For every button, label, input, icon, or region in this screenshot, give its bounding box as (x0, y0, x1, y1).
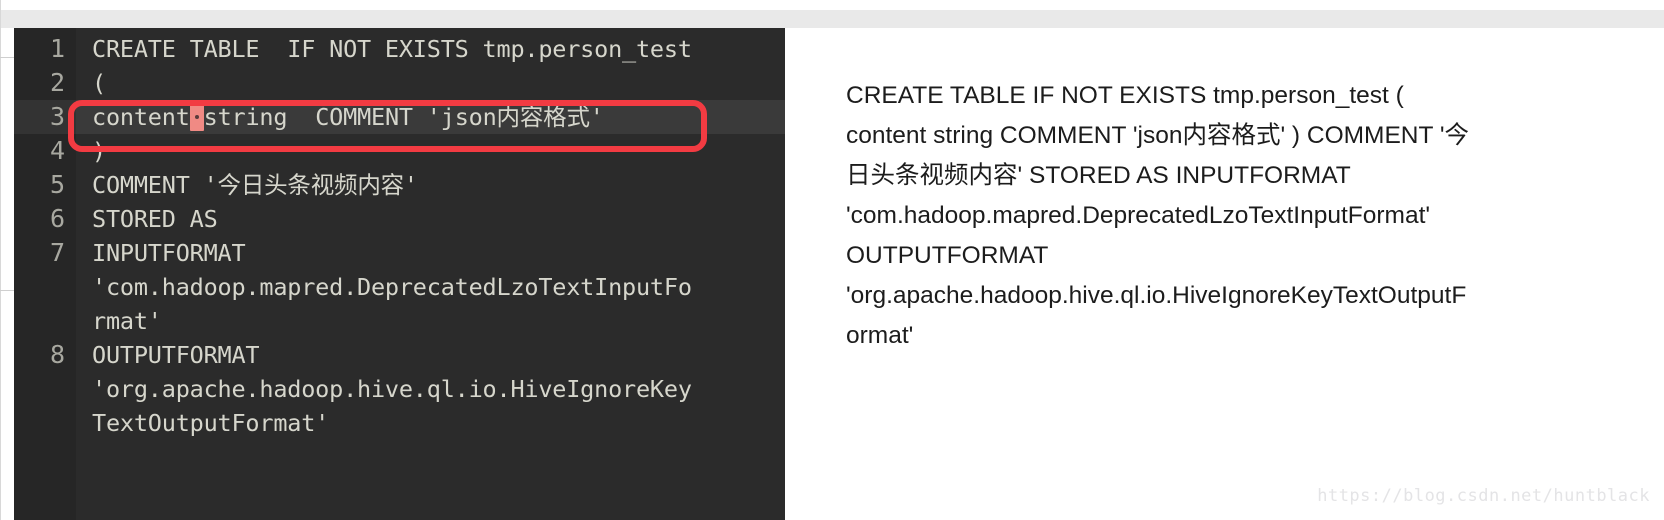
line-number: 8 (14, 338, 76, 372)
line-number: 7 (14, 236, 76, 270)
code-wrapped-segment: TextOutputFormat' (92, 409, 330, 437)
code-segment: COMMENT '今日头条视频内容' (92, 171, 418, 199)
whitespace-marker-icon (189, 103, 204, 131)
flattened-sql-text: CREATE TABLE IF NOT EXISTS tmp.person_te… (846, 76, 1646, 356)
page-left-tick-upper (0, 57, 14, 58)
line-number: 4 (14, 134, 76, 168)
code-line[interactable]: 6 STORED AS (14, 202, 785, 236)
code-line-text: COMMENT '今日头条视频内容' (76, 168, 785, 202)
top-band (0, 10, 1664, 28)
code-line[interactable]: 7 INPUTFORMAT 'com.hadoop.mapred.Deprecate… (14, 236, 785, 338)
page-left-rule (0, 0, 1, 520)
code-segment: ) (92, 137, 106, 165)
code-line-text: content string COMMENT 'json内容格式' (76, 100, 785, 134)
line-number: 3 (14, 100, 76, 134)
code-line[interactable]: 5 COMMENT '今日头条视频内容' (14, 168, 785, 202)
code-line[interactable]: 1 CREATE TABLE IF NOT EXISTS tmp.person_t… (14, 32, 785, 66)
code-segment: STORED AS (92, 205, 218, 233)
code-segment: CREATE TABLE IF NOT EXISTS tmp.person_te… (92, 35, 692, 63)
line-number: 1 (14, 32, 76, 66)
code-line-text: ) (76, 134, 785, 168)
page-left-tick-lower (0, 290, 14, 291)
code-wrapped-segment: 'com.hadoop.mapred.DeprecatedLzoTextInpu… (92, 273, 692, 301)
output-text-line: CREATE TABLE IF NOT EXISTS tmp.person_te… (846, 82, 1404, 109)
code-wrapped-segment: rmat' (92, 307, 162, 335)
code-line-text: OUTPUTFORMAT 'org.apache.hadoop.hive.ql.i… (76, 338, 785, 440)
code-line[interactable]: 2( (14, 66, 785, 100)
code-lines-container[interactable]: 1 CREATE TABLE IF NOT EXISTS tmp.person_t… (14, 28, 785, 440)
code-segment: OUTPUTFORMAT (92, 341, 260, 369)
output-text-line: OUTPUTFORMAT (846, 242, 1049, 269)
code-line[interactable]: 8 OUTPUTFORMAT 'org.apache.hadoop.hive.ql.… (14, 338, 785, 440)
output-text-line: ormat' (846, 322, 914, 349)
output-text-line: 'org.apache.hadoop.hive.ql.io.HiveIgnore… (846, 282, 1467, 309)
code-segment: INPUTFORMAT (92, 239, 246, 267)
code-segment: string COMMENT 'json内容格式' (203, 103, 604, 131)
output-text-line: content string COMMENT 'json内容格式' ) COMM… (846, 122, 1470, 149)
code-line[interactable]: 4) (14, 134, 785, 168)
code-line-text: STORED AS (76, 202, 785, 236)
code-editor[interactable]: 1 CREATE TABLE IF NOT EXISTS tmp.person_t… (14, 28, 785, 520)
code-line[interactable]: 3 content string COMMENT 'json内容格式' (14, 100, 785, 134)
line-number: 2 (14, 66, 76, 100)
code-line-text: ( (76, 66, 785, 100)
right-output-panel: CREATE TABLE IF NOT EXISTS tmp.person_te… (810, 28, 1664, 520)
output-text-line: 'com.hadoop.mapred.DeprecatedLzoTextInpu… (846, 202, 1431, 229)
code-segment: content (92, 103, 190, 131)
code-segment: ( (92, 69, 106, 97)
code-line-text: INPUTFORMAT 'com.hadoop.mapred.Deprecated… (76, 236, 785, 338)
line-number: 6 (14, 202, 76, 236)
line-number: 5 (14, 168, 76, 202)
code-wrapped-segment: 'org.apache.hadoop.hive.ql.io.HiveIgnore… (92, 375, 692, 403)
watermark-url: https://blog.csdn.net/huntblack (1317, 486, 1650, 506)
output-text-line: 日头条视频内容' STORED AS INPUTFORMAT (846, 162, 1351, 189)
code-line-text: CREATE TABLE IF NOT EXISTS tmp.person_te… (76, 32, 785, 66)
